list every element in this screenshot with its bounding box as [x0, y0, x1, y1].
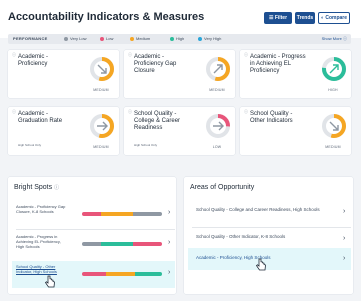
- gauge-low-icon: [206, 114, 230, 138]
- opportunity-title: Areas of Opportunity: [190, 184, 255, 191]
- info-icon[interactable]: ⓘ: [54, 185, 59, 191]
- info-icon[interactable]: ⓘ: [12, 109, 16, 115]
- bright-spots-title: Bright Spots ⓘ: [14, 184, 60, 191]
- opportunity-item[interactable]: School Quality - College and Career Read…: [188, 203, 351, 225]
- performance-level: LOW: [212, 145, 222, 149]
- performance-bar: [82, 212, 162, 216]
- gauge-high-icon: [322, 57, 346, 81]
- card-title: Academic - Graduation Rate: [18, 111, 63, 124]
- legend-dot-icon: [170, 36, 174, 41]
- gauge-medium-icon: [90, 57, 114, 81]
- opportunity-item-active[interactable]: Academic - Proficiency, High Schools ›: [188, 248, 351, 270]
- compare-button-label: Compare: [325, 15, 348, 21]
- page-title: Accountability Indicators & Measures: [8, 11, 205, 23]
- indicator-card-el-proficiency[interactable]: ⓘ Academic - Progress in Achieving EL Pr…: [240, 50, 351, 98]
- page-header: Accountability Indicators & Measures ☰ F…: [0, 0, 361, 38]
- bright-spot-label: School Quality - Other Indicator, High S…: [16, 264, 57, 274]
- performance-level: MEDIUM: [93, 88, 109, 92]
- trends-button[interactable]: Trends: [295, 12, 315, 24]
- filter-button[interactable]: ☰ Filter: [264, 12, 292, 24]
- arrow-up-right-icon: [329, 64, 339, 74]
- indicator-card-academic-proficiency[interactable]: ⓘ Academic - Proficiency MEDIUM: [8, 50, 119, 98]
- legend-item-label: Low: [106, 36, 114, 41]
- divider: [16, 229, 175, 230]
- opportunity-label: School Quality - Other Indicator, K-8 Sc…: [196, 234, 286, 239]
- card-title: School Quality - College & Career Readin…: [134, 111, 181, 131]
- legend-item-label: Very High: [204, 36, 222, 41]
- bright-spot-item-active[interactable]: School Quality - Other Indicator, High S…: [12, 261, 175, 288]
- bright-spot-item[interactable]: Academic - Proficiency Gap Closure, K-8 …: [12, 201, 175, 228]
- arrow-right-down-icon: [329, 121, 339, 131]
- legend-item-high: High: [170, 36, 184, 41]
- legend-dot-icon: [198, 36, 202, 41]
- legend-label: PERFORMANCE: [13, 36, 48, 41]
- performance-bar: [82, 272, 162, 276]
- card-title: Academic - Progress in Achieving EL Prof…: [250, 54, 306, 74]
- chevron-right-icon: ›: [343, 208, 346, 215]
- divider: [192, 227, 351, 228]
- legend-item-label: High: [176, 36, 185, 41]
- gauge-medium-icon: [90, 114, 114, 138]
- compare-button[interactable]: ◐ Compare: [318, 12, 350, 24]
- performance-level: MEDIUM: [93, 145, 109, 149]
- performance-level: HIGH: [328, 88, 338, 92]
- opportunity-label: School Quality - College and Career Read…: [196, 207, 320, 212]
- performance-level: MEDIUM: [325, 145, 341, 149]
- chevron-right-icon: ›: [168, 269, 171, 276]
- legend-item-very-low: Very Low: [64, 36, 86, 41]
- show-more-label: Show More: [321, 36, 342, 41]
- chevron-right-icon: ›: [168, 209, 171, 216]
- info-icon[interactable]: ⓘ: [244, 109, 248, 115]
- indicator-card-other-indicators[interactable]: ⓘ School Quality - Other Indicators MEDI…: [240, 107, 351, 155]
- bright-spots-panel: Bright Spots ⓘ Academic - Proficiency Ga…: [8, 177, 176, 294]
- legend-item-label: Medium: [136, 36, 151, 41]
- performance-bar: [82, 242, 162, 246]
- card-subtitle: High School Only: [18, 143, 42, 147]
- chevron-right-icon: ›: [343, 235, 346, 242]
- info-icon[interactable]: ⓘ: [244, 52, 248, 58]
- arrow-right-down-icon: [97, 64, 107, 74]
- bright-spot-label: Academic - Proficiency Gap Closure, K-8 …: [16, 204, 66, 214]
- gauge-medium-icon: [322, 114, 346, 138]
- card-title: School Quality - Other Indicators: [250, 111, 293, 124]
- bright-spot-label: Academic - Progress in Achieving EL Prof…: [16, 234, 61, 249]
- info-icon[interactable]: ⓘ: [128, 109, 132, 115]
- legend-item-very-high: Very High: [198, 36, 221, 41]
- legend-dot-icon: [64, 36, 68, 41]
- indicator-card-graduation-rate[interactable]: ⓘ Academic - Graduation Rate High School…: [8, 107, 119, 155]
- performance-legend: PERFORMANCE Very Low Low Medium High Ver…: [8, 34, 351, 44]
- arrow-right-icon: [97, 121, 108, 131]
- card-title: Academic - Proficiency: [18, 54, 49, 67]
- areas-of-opportunity-panel: Areas of Opportunity School Quality - Co…: [184, 177, 353, 294]
- legend-dot-icon: [100, 36, 104, 41]
- chevron-right-icon: ›: [343, 255, 346, 262]
- trends-button-label: Trends: [296, 15, 314, 21]
- info-icon[interactable]: ⓘ: [128, 52, 132, 58]
- chevron-right-icon: ›: [168, 239, 171, 246]
- arrow-right-icon: [213, 121, 224, 131]
- indicator-card-college-career[interactable]: ⓘ School Quality - College & Career Read…: [124, 107, 235, 155]
- bright-spot-item[interactable]: Academic - Progress in Achieving EL Prof…: [12, 231, 175, 258]
- info-icon[interactable]: ⓘ: [12, 52, 16, 58]
- legend-item-low: Low: [100, 36, 113, 41]
- filter-button-label: Filter: [274, 15, 288, 21]
- indicator-card-proficiency-gap[interactable]: ⓘ Academic - Proficiency Gap Closure MED…: [124, 50, 235, 98]
- card-title: Academic - Proficiency Gap Closure: [134, 54, 177, 74]
- card-subtitle: High School Only: [134, 143, 158, 147]
- legend-item-medium: Medium: [130, 36, 150, 41]
- show-more-link[interactable]: Show More ⓘ: [322, 36, 347, 42]
- legend-dot-icon: [130, 36, 134, 41]
- hand-pointer-icon: [255, 258, 266, 271]
- performance-level: MEDIUM: [209, 88, 225, 92]
- arrow-up-right-icon: [213, 64, 223, 74]
- gauge-medium-icon: [206, 57, 230, 81]
- info-icon: ⓘ: [343, 36, 347, 41]
- hand-pointer-icon: [44, 275, 55, 288]
- legend-item-label: Very Low: [70, 36, 87, 41]
